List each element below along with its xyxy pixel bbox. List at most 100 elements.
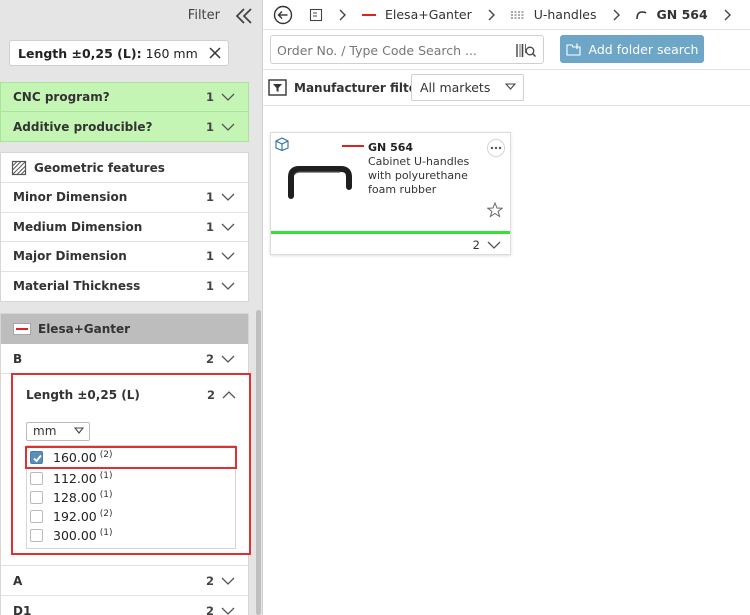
filter-row-count: 1 bbox=[205, 90, 214, 104]
filter-panel: Filter Length ±0,25 (L): 160 mm CNC prog… bbox=[0, 0, 262, 615]
geometric-features-icon bbox=[11, 160, 27, 175]
chevron-down-icon bbox=[221, 223, 235, 231]
chevron-right-icon bbox=[488, 9, 495, 20]
length-filter-expanded: Length ±0,25 (L) 2 mm 160.00 (2) 112.00 … bbox=[11, 373, 251, 555]
checkbox[interactable] bbox=[30, 490, 43, 504]
product-card[interactable]: GN 564 Cabinet U-handles with polyuretha… bbox=[270, 132, 511, 255]
option-count: (1) bbox=[99, 528, 113, 538]
filter-row-label: B bbox=[13, 351, 23, 366]
chevron-down-icon bbox=[221, 282, 235, 291]
manufacturer-logo-icon bbox=[342, 145, 364, 147]
breadcrumb-item-manufacturer[interactable]: Elesa+Ganter bbox=[361, 7, 472, 22]
geometric-features-header[interactable]: Geometric features bbox=[1, 153, 248, 183]
length-option-192[interactable]: 192.00 (2) bbox=[30, 507, 113, 525]
filter-row-count: 1 bbox=[205, 190, 214, 205]
add-folder-search-button[interactable]: Add folder search bbox=[560, 35, 704, 63]
close-icon[interactable] bbox=[208, 46, 222, 60]
market-select-value: All markets bbox=[420, 80, 491, 95]
filter-row-count: 2 bbox=[205, 351, 214, 366]
length-option-300[interactable]: 300.00 (1) bbox=[30, 526, 113, 544]
checkbox[interactable] bbox=[30, 528, 43, 542]
home-page-icon[interactable] bbox=[309, 8, 323, 22]
breadcrumb-item-category[interactable]: U-handles bbox=[510, 7, 597, 22]
chevron-right-icon bbox=[339, 9, 346, 20]
star-icon[interactable] bbox=[487, 202, 503, 218]
filter-row-count: 2 bbox=[205, 604, 214, 615]
geometric-features-title: Geometric features bbox=[34, 160, 165, 175]
filter-row-minor-dimension[interactable]: Minor Dimension 1 bbox=[1, 183, 248, 213]
option-count: (2) bbox=[99, 509, 113, 519]
filter-title: Filter bbox=[187, 8, 220, 23]
manufacturer-section-header[interactable]: Elesa+Ganter bbox=[1, 314, 248, 344]
option-count: (1) bbox=[99, 490, 113, 500]
filter-row-material-thickness[interactable]: Material Thickness 1 bbox=[1, 272, 248, 302]
chevron-down-icon bbox=[221, 607, 235, 615]
option-value: 112.00 bbox=[53, 470, 97, 486]
category-icon bbox=[510, 11, 525, 18]
filter-row-label: Additive producible? bbox=[13, 119, 153, 134]
market-select[interactable]: All markets bbox=[411, 74, 524, 101]
unit-select[interactable]: mm bbox=[26, 422, 90, 441]
filter-row-b[interactable]: B 2 bbox=[1, 344, 248, 374]
more-options-button[interactable] bbox=[487, 139, 505, 157]
filter-row-label: A bbox=[13, 573, 23, 588]
filter-row-label: Major Dimension bbox=[13, 249, 127, 264]
filter-row-label: Material Thickness bbox=[13, 279, 141, 294]
chevron-down-icon bbox=[221, 123, 235, 131]
filter-row-d1[interactable]: D1 2 bbox=[1, 596, 248, 615]
filter-row-a[interactable]: A 2 bbox=[1, 566, 248, 596]
option-count: (1) bbox=[99, 471, 113, 481]
breadcrumb: Elesa+Ganter U-handles GN 564 bbox=[263, 0, 750, 30]
filter-row-medium-dimension[interactable]: Medium Dimension 1 bbox=[1, 213, 248, 242]
card-status-bar bbox=[271, 231, 510, 234]
chevron-down-icon bbox=[221, 252, 235, 261]
variants-count: 2 bbox=[472, 238, 480, 252]
filter-row-cnc-program[interactable]: CNC program? 1 bbox=[1, 83, 248, 112]
variants-toggle[interactable]: 2 bbox=[473, 237, 502, 253]
chevron-down-icon bbox=[221, 355, 235, 363]
manufacturer-section-title: Elesa+Ganter bbox=[38, 322, 131, 336]
active-filter-chip: Length ±0,25 (L): 160 mm bbox=[9, 40, 229, 66]
chevron-right-icon bbox=[613, 9, 620, 20]
manufacturer-filter-bar: Manufacturer filter All markets bbox=[263, 70, 750, 106]
cube-3d-icon bbox=[275, 137, 289, 151]
filter-row-additive-producible[interactable]: Additive producible? 1 bbox=[1, 112, 248, 141]
product-description: Cabinet U-handles with polyurethane foam… bbox=[368, 155, 470, 196]
option-value: 192.00 bbox=[53, 508, 97, 524]
filter-row-count: 2 bbox=[205, 573, 214, 588]
breadcrumb-label: U-handles bbox=[533, 7, 597, 22]
search-toolbar: Add folder search bbox=[263, 30, 750, 70]
breadcrumb-item-product[interactable]: GN 564 bbox=[635, 7, 708, 22]
filter-row-count: 1 bbox=[205, 279, 214, 294]
results-panel: Elesa+Ganter U-handles GN 564 Order No. … bbox=[263, 0, 750, 615]
filter-row-major-dimension[interactable]: Major Dimension 1 bbox=[1, 242, 248, 272]
chip-filter-value: 160 mm bbox=[145, 45, 198, 61]
unit-select-value: mm bbox=[33, 424, 57, 438]
checkbox[interactable] bbox=[30, 471, 43, 485]
filter-row-label: Medium Dimension bbox=[13, 219, 143, 234]
barcode-scan-icon[interactable] bbox=[515, 42, 537, 59]
folder-add-icon bbox=[565, 43, 581, 56]
search-input[interactable] bbox=[277, 41, 507, 59]
product-thumbnail bbox=[288, 166, 352, 199]
filter-row-label: D1 bbox=[13, 604, 32, 615]
length-filter-header[interactable]: Length ±0,25 (L) 2 bbox=[26, 387, 237, 403]
breadcrumb-label: GN 564 bbox=[656, 7, 708, 22]
triangle-down-icon bbox=[505, 83, 516, 90]
geometric-features-panel: Geometric features Minor Dimension 1 Med… bbox=[0, 152, 249, 302]
chevron-right-icon[interactable] bbox=[722, 9, 732, 21]
handle-icon bbox=[635, 10, 647, 19]
option-value: 300.00 bbox=[53, 527, 97, 543]
checkbox[interactable] bbox=[30, 509, 43, 523]
length-option-128[interactable]: 128.00 (1) bbox=[30, 488, 113, 506]
back-arrow-icon[interactable] bbox=[273, 5, 293, 25]
length-filter-count: 2 bbox=[206, 388, 215, 402]
length-option-112[interactable]: 112.00 (1) bbox=[30, 469, 113, 487]
filter-panel-scrollbar[interactable] bbox=[256, 310, 261, 615]
collapse-panel-icon[interactable] bbox=[234, 6, 254, 26]
triangle-down-icon bbox=[74, 427, 84, 434]
option-value: 128.00 bbox=[53, 489, 97, 505]
chevron-down-icon bbox=[221, 93, 235, 101]
ellipsis-icon bbox=[490, 146, 502, 150]
filter-row-count: 1 bbox=[205, 219, 214, 234]
